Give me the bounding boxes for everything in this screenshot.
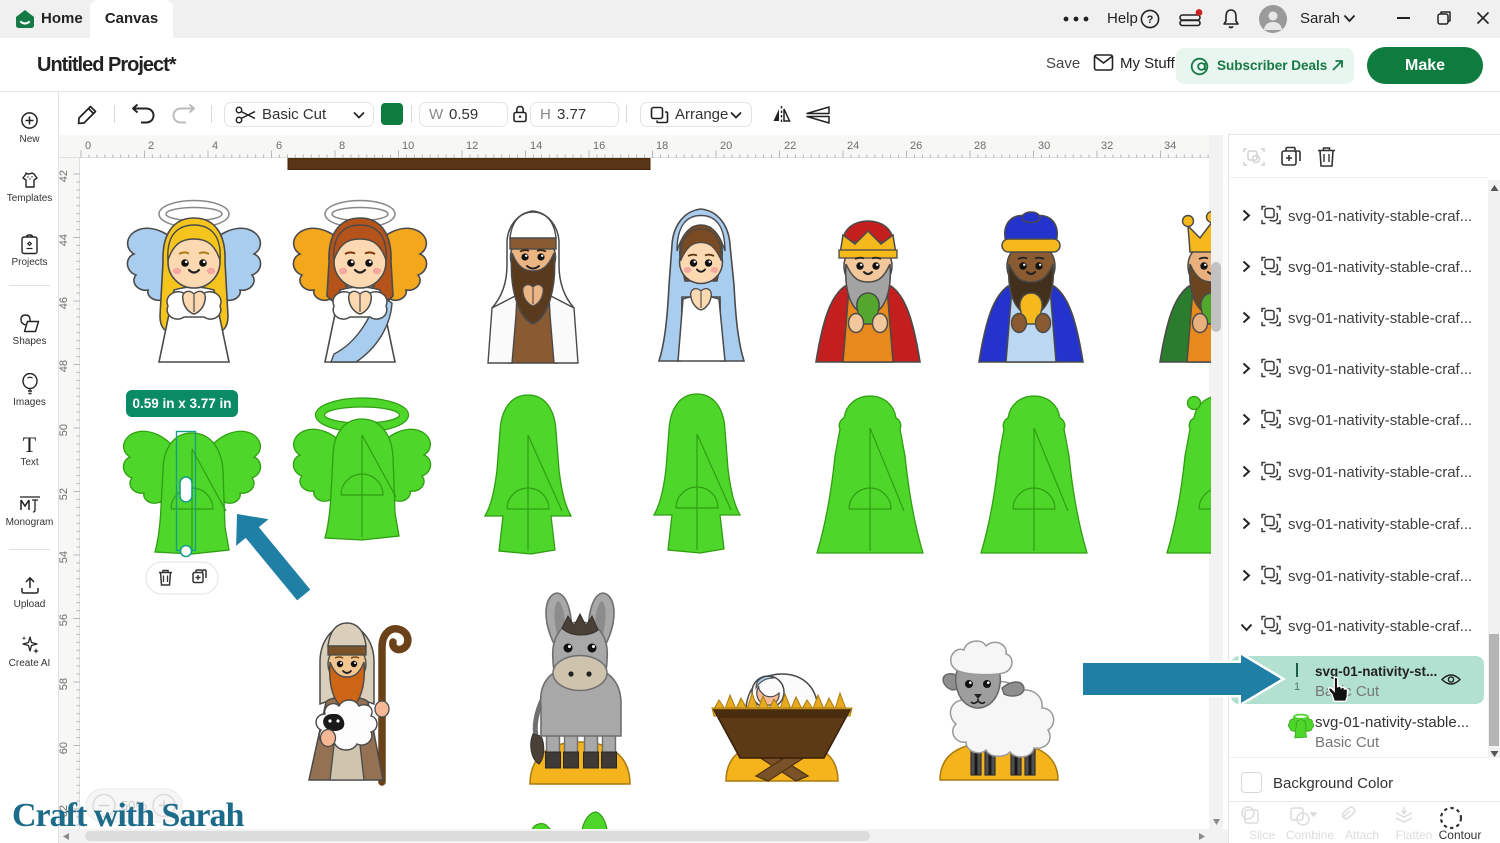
svg-text:?: ? <box>1147 14 1154 26</box>
